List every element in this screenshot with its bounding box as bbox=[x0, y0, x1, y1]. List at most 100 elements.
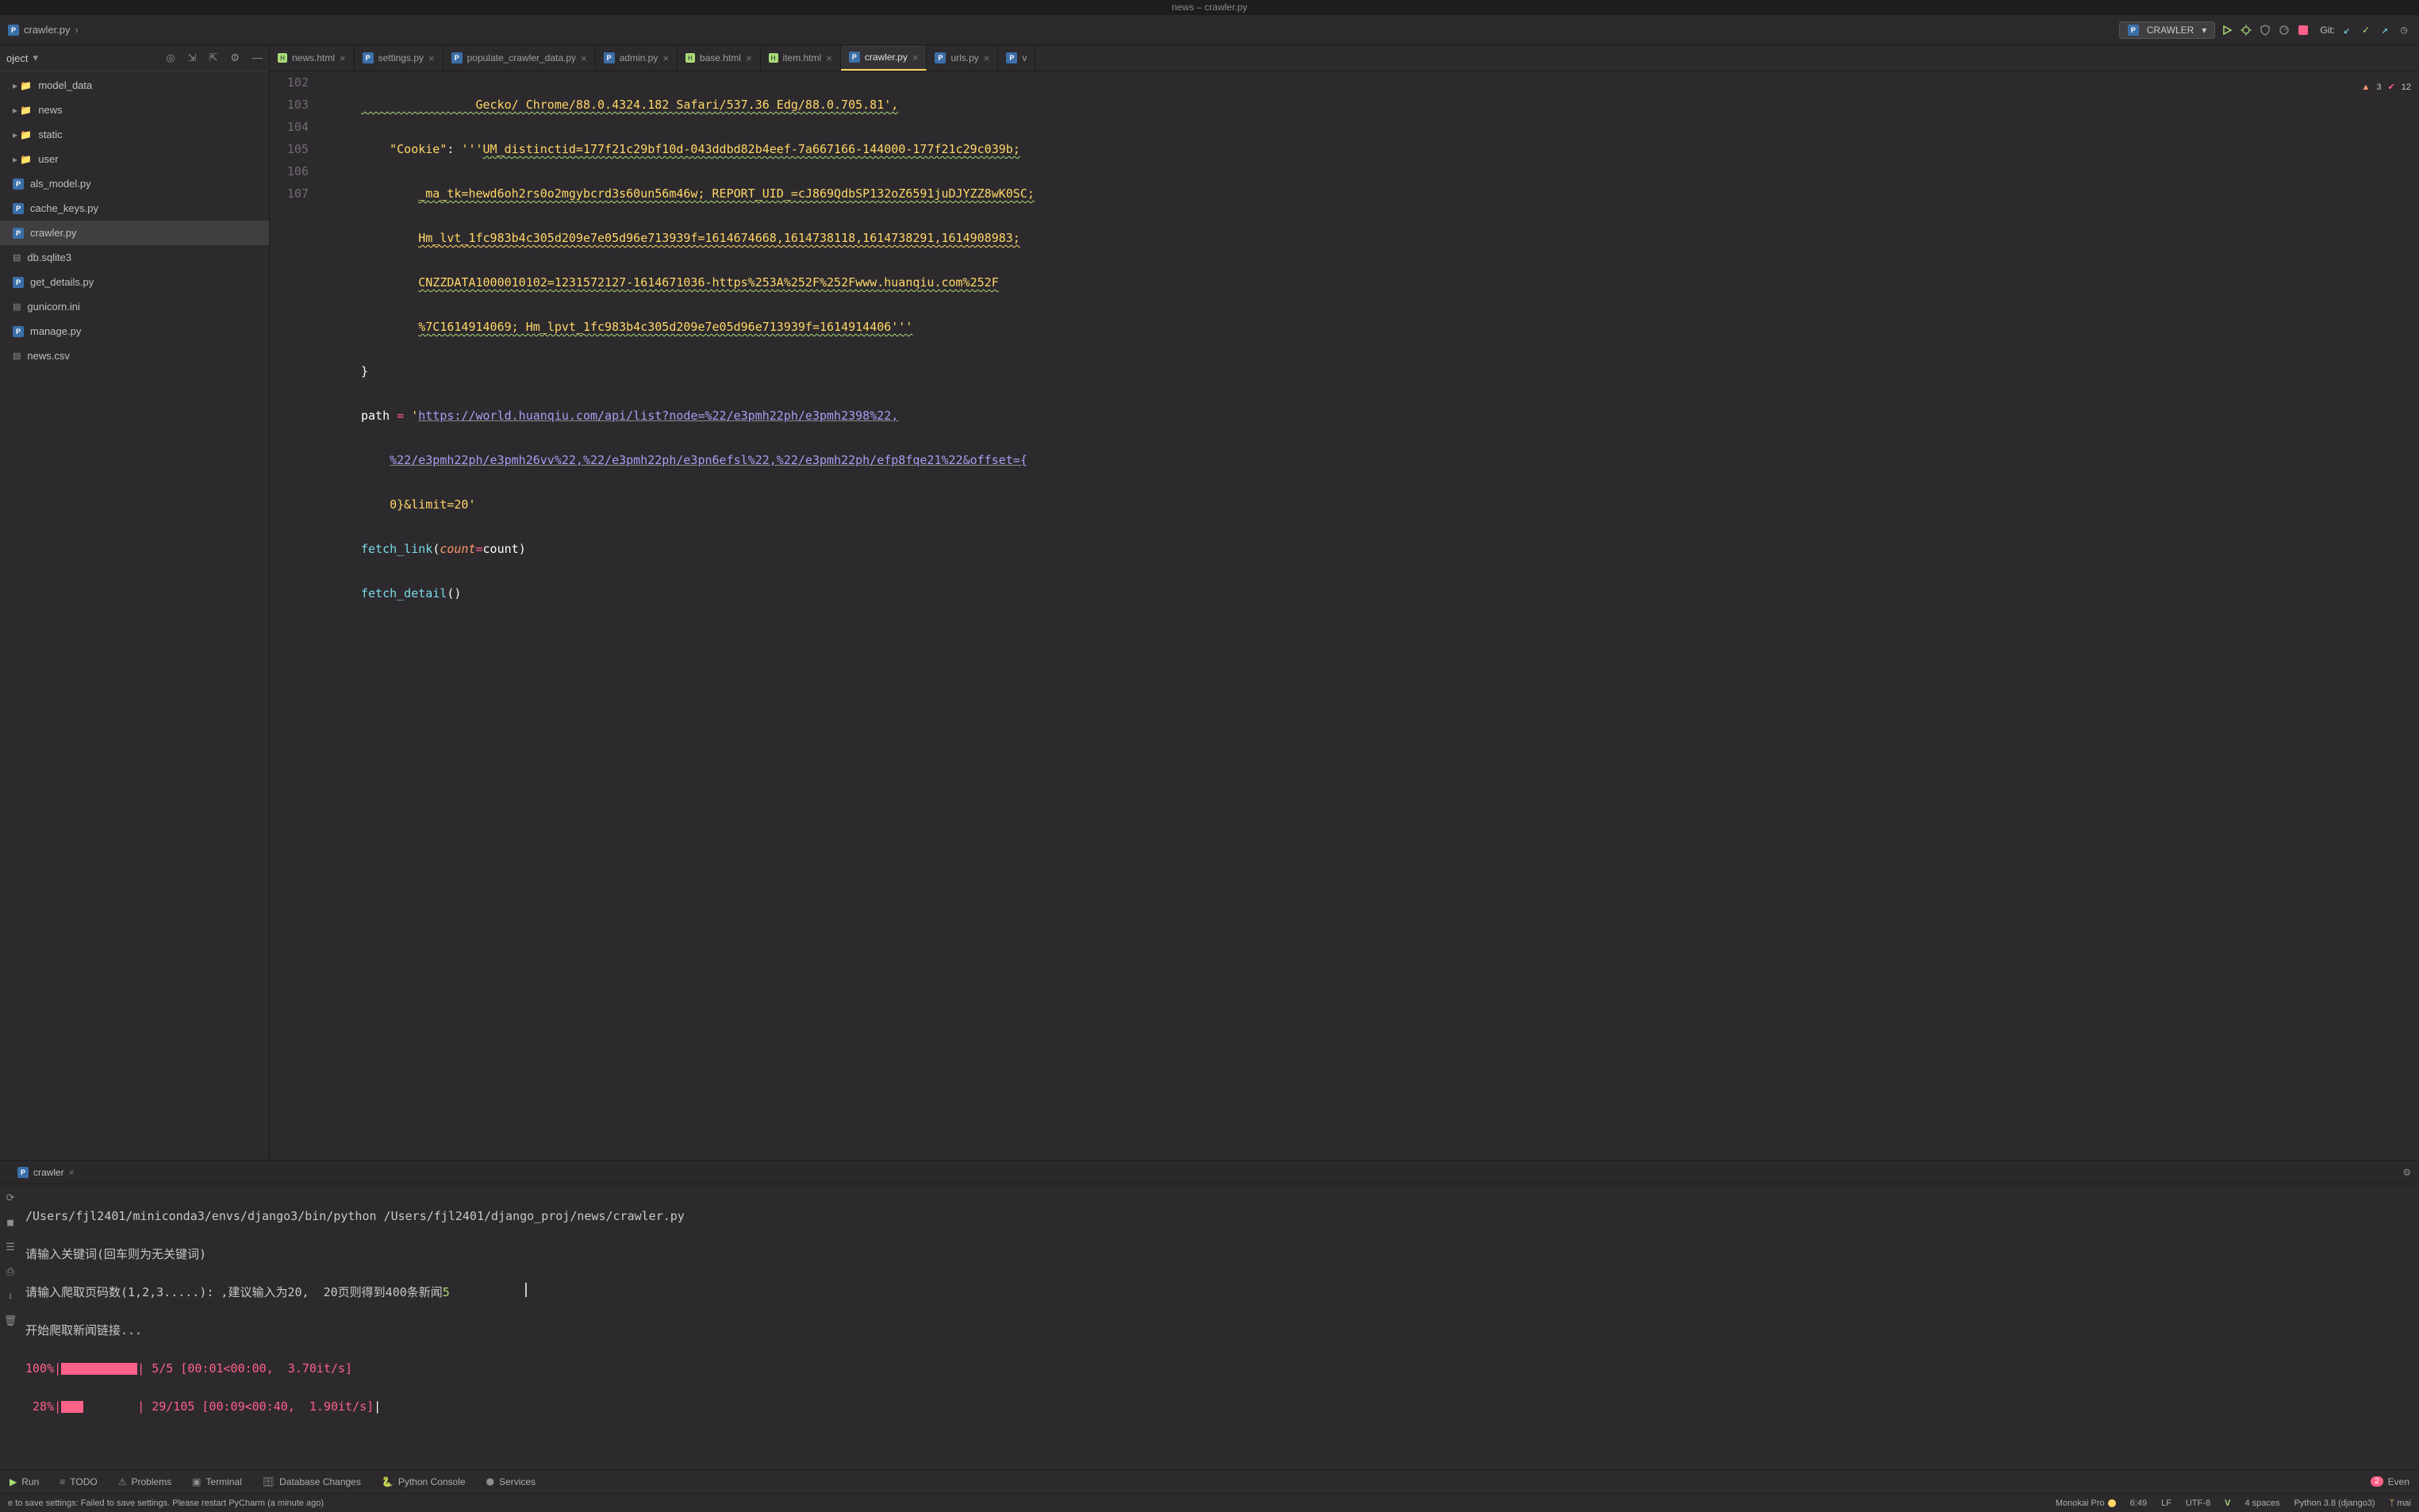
python-file-icon: P bbox=[13, 203, 24, 214]
tree-file[interactable]: Pcache_keys.py bbox=[0, 196, 269, 221]
editor-tab[interactable]: Purls.py× bbox=[927, 45, 998, 71]
vcs-commit-icon[interactable]: ✓ bbox=[2359, 23, 2373, 37]
debug-button-icon[interactable] bbox=[2239, 23, 2253, 37]
coverage-button-icon[interactable] bbox=[2258, 23, 2272, 37]
warning-icon: ⚠ bbox=[118, 1476, 127, 1487]
cursor-position[interactable]: 6:49 bbox=[2130, 1499, 2147, 1508]
locate-icon[interactable]: ◎ bbox=[166, 52, 175, 64]
tree-file[interactable]: Pals_model.py bbox=[0, 171, 269, 196]
code-token: = bbox=[476, 542, 483, 556]
run-console[interactable]: /Users/fjl2401/miniconda3/envs/django3/b… bbox=[21, 1184, 2419, 1469]
chevron-down-icon[interactable]: ▾ bbox=[33, 52, 38, 64]
progress-bar-track bbox=[83, 1401, 137, 1413]
status-bar: e to save settings: Failed to save setti… bbox=[0, 1493, 2419, 1512]
vcs-push-icon[interactable]: ↗ bbox=[2378, 23, 2392, 37]
tree-folder[interactable]: ▸ 📁static bbox=[0, 122, 269, 147]
profile-button-icon[interactable] bbox=[2277, 23, 2291, 37]
services-icon: ⬢ bbox=[486, 1476, 494, 1487]
close-icon[interactable]: × bbox=[69, 1167, 75, 1178]
print-icon[interactable]: ⎙ bbox=[6, 1266, 14, 1278]
layout-icon[interactable]: ☰ bbox=[6, 1241, 15, 1253]
gear-icon[interactable]: ⚙ bbox=[230, 52, 240, 64]
tab-label: populate_crawler_data.py bbox=[467, 52, 576, 63]
problems-tool-button[interactable]: ⚠Problems bbox=[118, 1476, 171, 1487]
stop-button-icon[interactable] bbox=[2296, 23, 2310, 37]
database-changes-tool-button[interactable]: 🗄Database Changes bbox=[263, 1476, 361, 1487]
folder-icon: ▸ 📁 bbox=[13, 154, 32, 165]
close-icon[interactable]: × bbox=[428, 52, 435, 64]
theme-indicator[interactable]: Monokai Pro bbox=[2056, 1499, 2116, 1508]
line-separator[interactable]: LF bbox=[2161, 1499, 2171, 1508]
run-tool-window: P crawler × ⚙ ⟳ ■ ☰ ⎙ ⇩ 🗑 /Users/fjl2401… bbox=[0, 1160, 2419, 1469]
tree-file[interactable]: Pmanage.py bbox=[0, 319, 269, 343]
close-icon[interactable]: × bbox=[746, 52, 752, 64]
html-file-icon: H bbox=[769, 53, 778, 63]
run-button-icon[interactable] bbox=[2220, 23, 2234, 37]
tree-file[interactable]: ▤gunicorn.ini bbox=[0, 294, 269, 319]
collapse-icon[interactable]: ⇱ bbox=[209, 52, 217, 64]
git-branch-indicator[interactable]: ᛘ mai bbox=[2390, 1499, 2411, 1508]
hide-icon[interactable]: — bbox=[252, 52, 263, 64]
warning-count: 3 bbox=[2376, 76, 2381, 98]
close-icon[interactable]: × bbox=[581, 52, 587, 64]
tree-folder[interactable]: ▸ 📁news bbox=[0, 98, 269, 122]
tree-file[interactable]: Pget_details.py bbox=[0, 270, 269, 294]
close-icon[interactable]: × bbox=[662, 52, 669, 64]
python-file-icon: P bbox=[451, 52, 463, 63]
inspection-badge[interactable]: ▲3 ✔12 bbox=[2362, 76, 2411, 98]
close-icon[interactable]: × bbox=[984, 52, 990, 64]
editor-tab[interactable]: Hbase.html× bbox=[678, 45, 761, 71]
code-content[interactable]: Gecko/ Chrome/88.0.4324.182 Safari/537.3… bbox=[321, 71, 2419, 1160]
button-label: Even bbox=[2388, 1476, 2409, 1487]
code-token: Gecko/ Chrome/88.0.4324.182 Safari/537.3… bbox=[361, 98, 898, 112]
trash-icon[interactable]: 🗑 bbox=[4, 1315, 17, 1327]
code-token: _ma_tk=hewd6oh2rs0o2mgybcrd3s60un56m46w;… bbox=[418, 186, 1035, 201]
stop-icon[interactable]: ■ bbox=[7, 1217, 13, 1229]
editor-tab[interactable]: Hnews.html× bbox=[270, 45, 355, 71]
download-icon[interactable]: ⇩ bbox=[7, 1291, 13, 1303]
progress-percent: 100% bbox=[25, 1361, 54, 1376]
event-log-button[interactable]: 2 Even bbox=[2371, 1476, 2409, 1487]
vim-indicator-icon[interactable]: V bbox=[2225, 1499, 2230, 1508]
code-token: ) bbox=[519, 542, 526, 556]
python-console-tool-button[interactable]: 🐍Python Console bbox=[382, 1476, 466, 1487]
breadcrumb[interactable]: P crawler.py › bbox=[8, 24, 79, 36]
run-tool-button[interactable]: ▶Run bbox=[10, 1476, 39, 1487]
run-tab[interactable]: P crawler × bbox=[8, 1161, 84, 1184]
close-icon[interactable]: × bbox=[340, 52, 346, 64]
editor-tab[interactable]: Hitem.html× bbox=[761, 45, 841, 71]
tree-file[interactable]: ▤db.sqlite3 bbox=[0, 245, 269, 270]
vcs-history-icon[interactable]: ◷ bbox=[2397, 23, 2411, 37]
vcs-update-icon[interactable]: ↙ bbox=[2340, 23, 2354, 37]
editor-tab[interactable]: Padmin.py× bbox=[596, 45, 678, 71]
indent-indicator[interactable]: 4 spaces bbox=[2244, 1499, 2279, 1508]
interpreter-indicator[interactable]: Python 3.8 (django3) bbox=[2294, 1499, 2375, 1508]
editor-tab[interactable]: Psettings.py× bbox=[355, 45, 443, 71]
tree-file-selected[interactable]: Pcrawler.py bbox=[0, 221, 269, 245]
tree-folder[interactable]: ▸ 📁model_data bbox=[0, 73, 269, 98]
close-icon[interactable]: × bbox=[826, 52, 832, 64]
close-icon[interactable]: × bbox=[912, 52, 919, 63]
python-file-icon: P bbox=[8, 25, 19, 36]
editor-tab[interactable]: Pv bbox=[998, 45, 1035, 71]
editor-tab-active[interactable]: Pcrawler.py× bbox=[841, 45, 927, 71]
gear-icon[interactable]: ⚙ bbox=[2402, 1167, 2411, 1178]
project-tree[interactable]: ▸ 📁model_data ▸ 📁news ▸ 📁static ▸ 📁user … bbox=[0, 71, 269, 1160]
python-file-icon: P bbox=[13, 326, 24, 337]
editor-tab[interactable]: Ppopulate_crawler_data.py × bbox=[443, 45, 596, 71]
expand-icon[interactable]: ⇲ bbox=[188, 52, 197, 64]
terminal-tool-button[interactable]: ▣Terminal bbox=[192, 1476, 242, 1487]
python-icon: 🐍 bbox=[382, 1476, 394, 1487]
tree-file[interactable]: ▤news.csv bbox=[0, 343, 269, 368]
run-configuration-selector[interactable]: P CRAWLER ▾ bbox=[2119, 21, 2216, 39]
button-label: TODO bbox=[70, 1476, 97, 1487]
code-editor[interactable]: ▲3 ✔12 102 103 104 105 106 107 Gecko/ Ch… bbox=[270, 71, 2419, 1160]
tree-label: manage.py bbox=[30, 325, 81, 337]
todo-tool-button[interactable]: ≡TODO bbox=[60, 1476, 97, 1487]
console-line: 开始爬取新闻链接... bbox=[25, 1321, 2414, 1340]
rerun-icon[interactable]: ⟳ bbox=[6, 1192, 15, 1204]
tree-label: user bbox=[38, 153, 58, 165]
file-encoding[interactable]: UTF-8 bbox=[2186, 1499, 2210, 1508]
services-tool-button[interactable]: ⬢Services bbox=[486, 1476, 536, 1487]
tree-folder[interactable]: ▸ 📁 user bbox=[0, 147, 269, 171]
